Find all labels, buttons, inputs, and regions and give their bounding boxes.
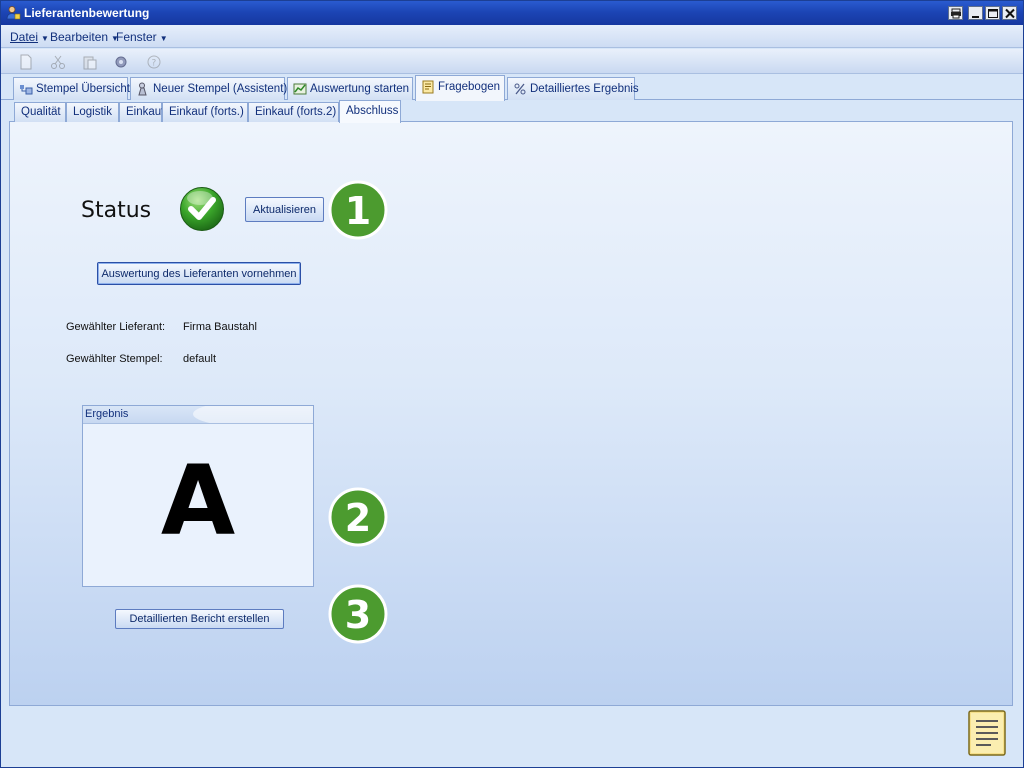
subtab-einkauf-forts[interactable]: Einkauf (forts.) — [162, 102, 248, 122]
chevron-down-icon: ▼ — [159, 34, 168, 43]
title-bar[interactable]: Lieferantenbewertung — [1, 1, 1023, 25]
abschluss-panel: Status Aktualisieren 1 Auswertung des Li… — [9, 122, 1013, 706]
badge-number: 3 — [345, 593, 371, 637]
selected-supplier-label: Gewählter Lieferant: — [66, 321, 166, 333]
tab-label: Neuer Stempel (Assistent) — [153, 83, 288, 95]
subtab-label: Logistik — [73, 106, 112, 118]
badge-number: 2 — [345, 496, 371, 540]
result-header: Ergebnis — [83, 406, 313, 424]
selected-stamp-label: Gewählter Stempel: — [66, 353, 163, 365]
tab-label: Fragebogen — [438, 81, 501, 93]
tab-neuer-stempel[interactable]: Neuer Stempel (Assistent) — [130, 77, 288, 100]
menu-fenster-label: Fenster — [116, 30, 157, 44]
status-label: Status — [81, 198, 152, 223]
result-title: Ergebnis — [85, 408, 129, 420]
subtab-einkauf[interactable]: Einkauf — [119, 102, 165, 122]
close-button[interactable] — [1002, 6, 1017, 20]
user-app-icon — [6, 6, 21, 20]
tab-detailliertes-ergebnis[interactable]: Detailliertes Ergebnis — [507, 77, 639, 100]
tab-label: Detailliertes Ergebnis — [530, 83, 639, 95]
menu-fenster[interactable]: Fenster ▼ — [116, 30, 168, 44]
settings-gear-icon[interactable] — [113, 54, 129, 70]
callout-badge-2: 2 — [328, 487, 388, 547]
subtab-logistik[interactable]: Logistik — [66, 102, 119, 122]
print-button[interactable] — [948, 6, 963, 20]
window-title: Lieferantenbewertung — [24, 6, 150, 20]
menu-bearbeiten[interactable]: Bearbeiten ▼ — [50, 30, 119, 44]
callout-badge-1: 1 — [328, 180, 388, 240]
selected-stamp-value: default — [183, 353, 217, 365]
close-icon — [1005, 8, 1015, 19]
menu-bearbeiten-label: Bearbeiten — [50, 30, 109, 44]
subtab-label: Qualität — [21, 106, 61, 118]
subtab-einkauf-forts2[interactable]: Einkauf (forts.2) — [248, 102, 339, 122]
percent-icon — [514, 83, 526, 95]
svg-text:?: ? — [152, 59, 157, 69]
main-tab-bar: Stempel Übersicht Neuer Stempel (Assiste… — [1, 74, 1023, 101]
subtab-qualitaet[interactable]: Qualität — [14, 102, 66, 122]
notes-icon[interactable] — [967, 709, 1007, 757]
badge-number: 1 — [345, 189, 371, 233]
toolbar: ? — [1, 49, 1023, 74]
callout-badge-3: 3 — [328, 584, 388, 644]
wizard-icon — [138, 82, 147, 96]
chevron-down-icon: ▼ — [41, 34, 49, 43]
tab-label: Auswertung starten — [310, 83, 410, 95]
chart-icon — [293, 83, 307, 95]
selected-supplier-value: Firma Baustahl — [183, 321, 257, 333]
refresh-button[interactable]: Aktualisieren — [245, 197, 324, 222]
create-report-button[interactable]: Detaillierten Bericht erstellen — [115, 609, 284, 629]
app-window: Lieferantenbewertung Datei ▼ Bearbeiten ▼ … — [0, 0, 1024, 768]
sub-tab-bar: Qualität Logistik Einkauf Einkauf (forts… — [9, 100, 1013, 123]
subtab-label: Einkauf (forts.2) — [255, 106, 337, 118]
menu-datei[interactable]: Datei ▼ — [10, 30, 49, 44]
tab-fragebogen[interactable]: Fragebogen — [415, 75, 505, 101]
tab-auswertung-starten[interactable]: Auswertung starten — [287, 77, 413, 100]
minimize-icon — [972, 16, 979, 18]
subtab-abschluss[interactable]: Abschluss — [339, 100, 401, 123]
evaluate-supplier-button[interactable]: Auswertung des Lieferanten vornehmen — [97, 262, 301, 285]
stamp-overview-icon — [20, 85, 33, 95]
cut-icon[interactable] — [50, 54, 66, 70]
menu-datei-label: Datei — [10, 30, 39, 44]
subtab-label: Einkauf (forts.) — [169, 106, 244, 118]
maximize-button[interactable] — [985, 6, 1000, 20]
help-icon[interactable]: ? — [146, 54, 162, 70]
result-grade: A — [160, 445, 236, 557]
header-decoration — [193, 406, 313, 423]
subtab-label: Einkauf — [126, 106, 165, 118]
result-groupbox: Ergebnis A — [82, 405, 314, 587]
status-ok-check-icon — [180, 187, 224, 231]
tab-stempel-uebersicht[interactable]: Stempel Übersicht — [13, 77, 130, 100]
printer-icon — [951, 8, 961, 19]
menu-bar: Datei ▼ Bearbeiten ▼ Fenster ▼ — [1, 25, 1023, 48]
paste-icon[interactable] — [82, 54, 98, 70]
questionnaire-icon — [422, 80, 434, 94]
subtab-label: Abschluss — [346, 105, 399, 117]
new-document-icon[interactable] — [18, 54, 34, 70]
tab-label: Stempel Übersicht — [36, 83, 130, 95]
maximize-icon — [988, 9, 998, 18]
minimize-button[interactable] — [968, 6, 983, 20]
